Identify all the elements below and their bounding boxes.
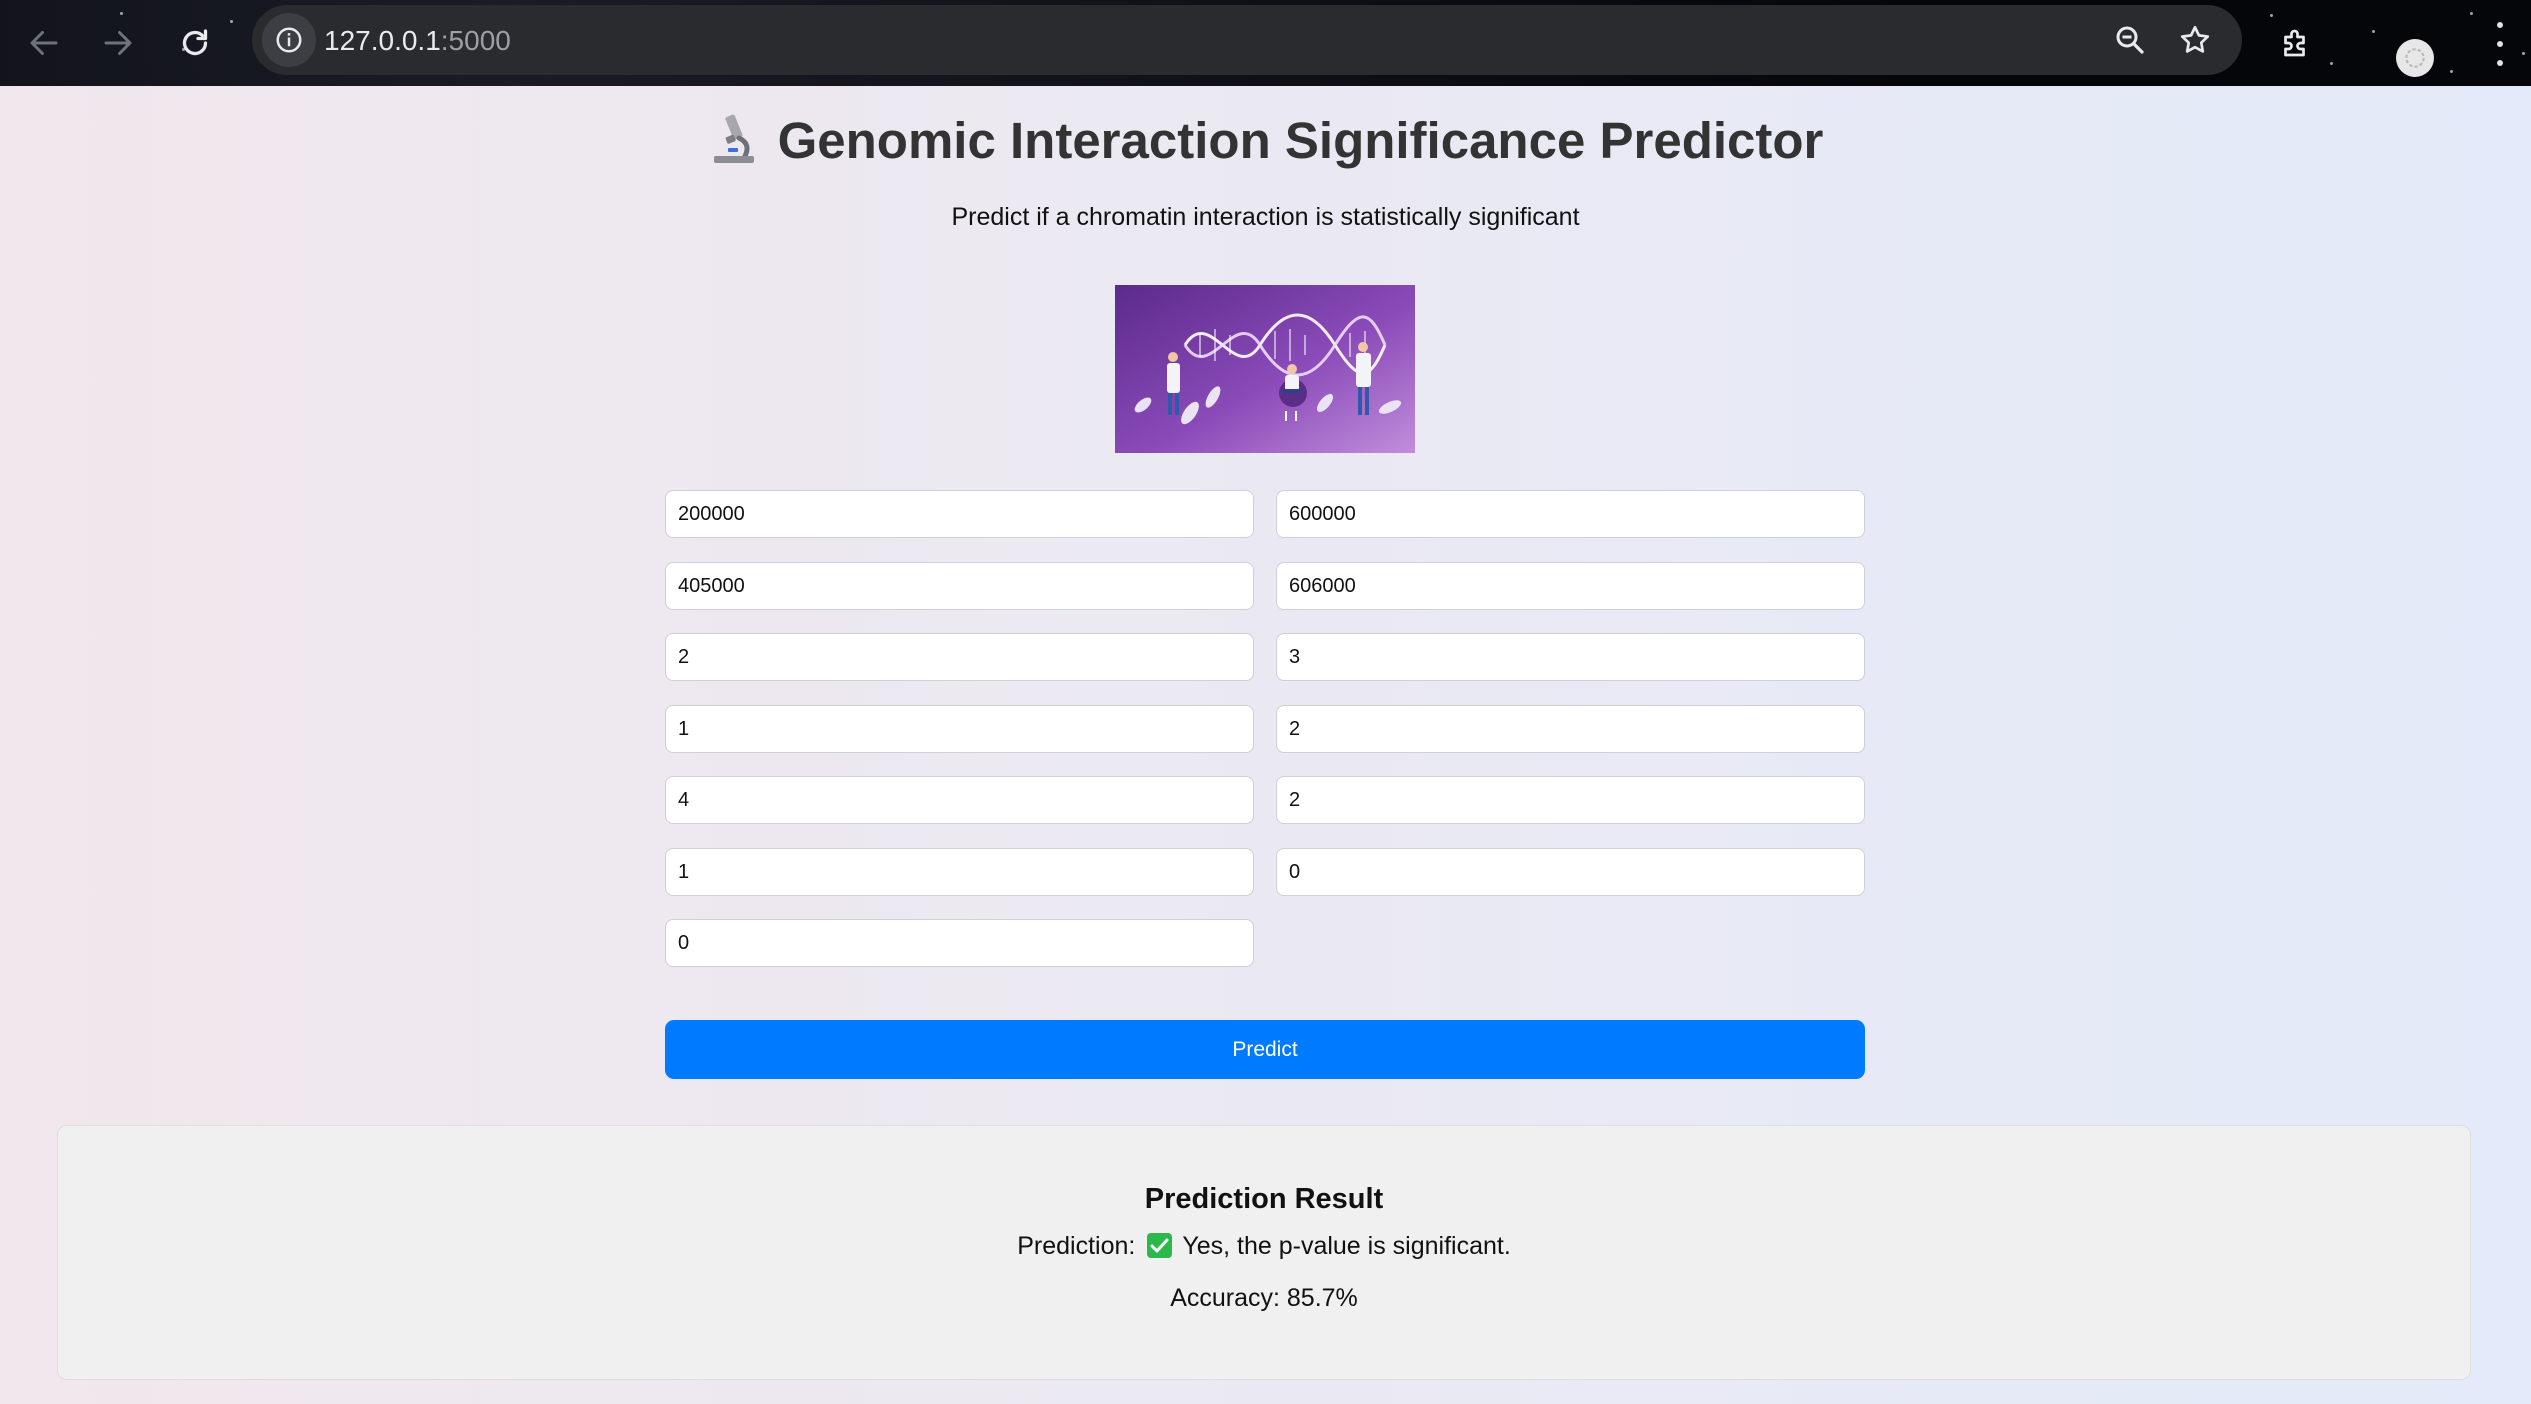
form-field-5[interactable] (665, 633, 1254, 681)
form-field-3[interactable] (665, 562, 1254, 610)
form-field-10[interactable] (1276, 776, 1865, 824)
predict-button[interactable]: Predict (665, 1020, 1865, 1079)
address-bar[interactable]: 127.0.0.1:5000 (252, 5, 2242, 75)
menu-icon[interactable] (2490, 22, 2510, 66)
prediction-result-card: Prediction Result Prediction: Yes, the p-… (57, 1125, 2471, 1380)
url-port: :5000 (440, 25, 511, 56)
form-field-12[interactable] (1276, 848, 1865, 896)
result-heading: Prediction Result (1144, 1183, 1384, 1215)
microscope-icon (713, 114, 754, 163)
zoom-icon[interactable] (2112, 22, 2148, 58)
form-field-6[interactable] (1276, 633, 1865, 681)
forward-arrow-icon (104, 31, 132, 55)
star-dot (2470, 12, 2473, 15)
form-field-4[interactable] (1276, 562, 1865, 610)
form-field-11[interactable] (665, 848, 1254, 896)
form-field-2[interactable] (1276, 490, 1865, 538)
forward-button[interactable] (90, 15, 146, 71)
profile-avatar-icon[interactable] (2396, 39, 2434, 77)
extensions-icon (2284, 29, 2305, 57)
star-dot (230, 20, 233, 23)
form-field-13[interactable] (665, 919, 1254, 967)
page-subtitle: Predict if a chromatin interaction is st… (951, 203, 1580, 231)
star-dot (2450, 70, 2453, 73)
browser-toolbar: 127.0.0.1:5000 (0, 0, 2531, 86)
site-info-icon (276, 27, 302, 53)
star-dot (2522, 52, 2525, 55)
reload-button[interactable] (167, 15, 223, 71)
form-field-1[interactable] (665, 490, 1254, 538)
back-arrow-icon (30, 31, 58, 55)
url-text[interactable]: 127.0.0.1:5000 (324, 25, 511, 57)
prediction-label: Prediction: (1017, 1232, 1136, 1260)
green-check-icon (1147, 1233, 1173, 1258)
star-dot (2372, 30, 2375, 33)
accuracy-text: Accuracy: 85.7% (1170, 1284, 1358, 1312)
bookmark-star-icon[interactable] (2177, 22, 2213, 58)
prediction-text: Yes, the p-value is significant. (1182, 1232, 1511, 1260)
form-field-9[interactable] (665, 776, 1254, 824)
page-title: Genomic Interaction Significance Predict… (0, 110, 2531, 172)
prediction-line: Prediction: Yes, the p-value is significa… (58, 1232, 2470, 1261)
form-field-8[interactable] (1276, 705, 1865, 753)
profile-ring-icon (2405, 48, 2425, 68)
page-title-text: Genomic Interaction Significance Predict… (777, 112, 1824, 169)
url-host: 127.0.0.1 (324, 25, 441, 56)
back-button[interactable] (16, 15, 72, 71)
reload-icon (182, 29, 208, 56)
dna-researchers-illustration (1115, 285, 1415, 453)
form-field-7[interactable] (665, 705, 1254, 753)
site-info-button[interactable] (262, 13, 316, 67)
star-dot (2330, 62, 2333, 65)
extensions-button[interactable] (2268, 15, 2324, 71)
page-body: Genomic Interaction Significance Predict… (0, 86, 2531, 1404)
